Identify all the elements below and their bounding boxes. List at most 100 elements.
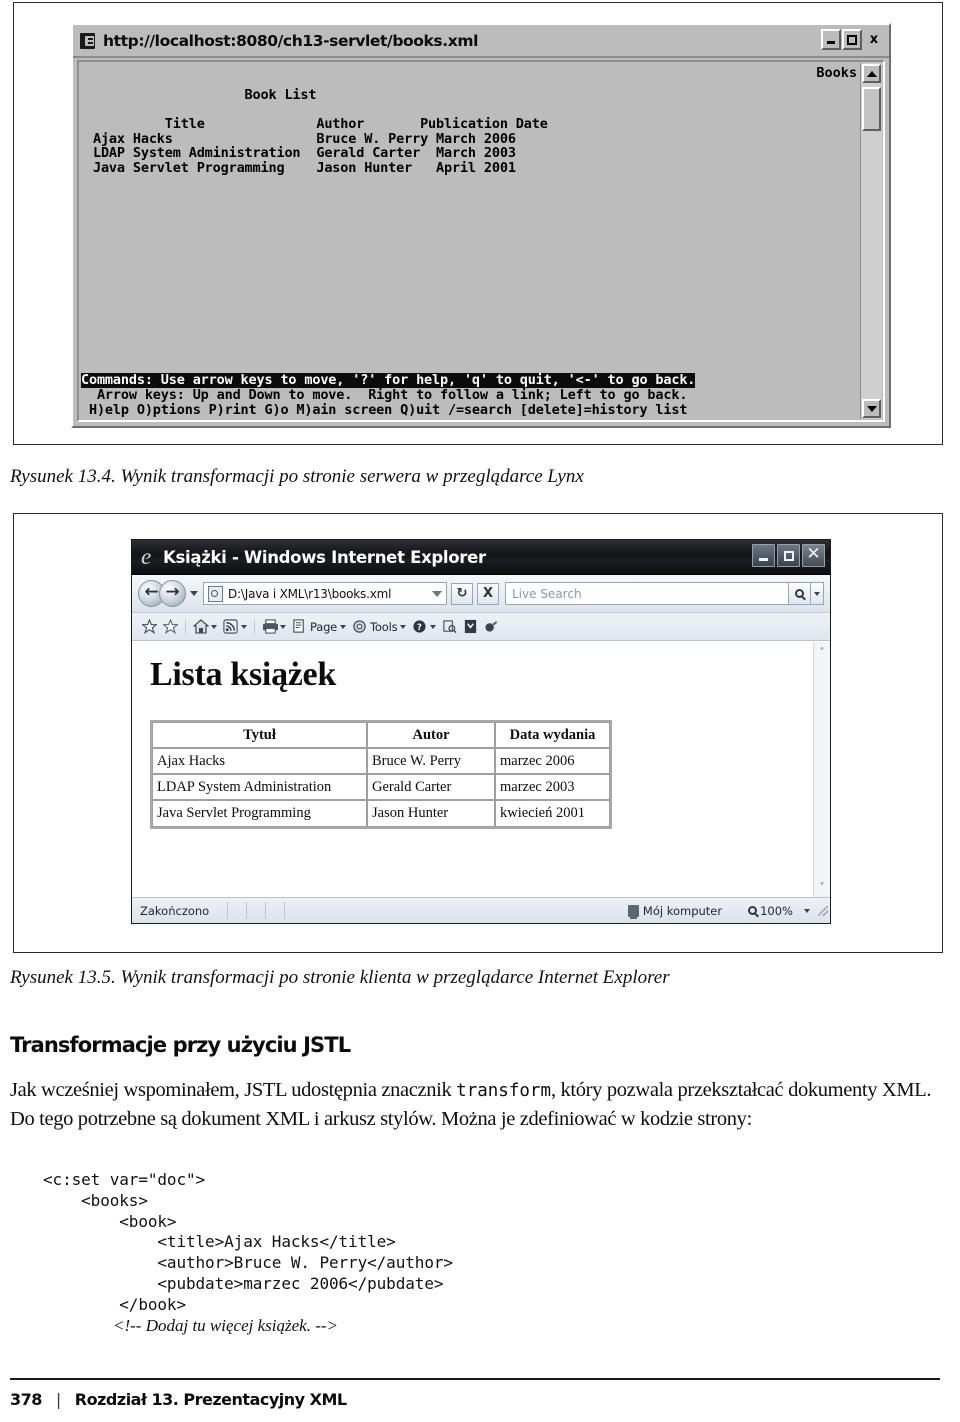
- ie-window-title: Książki - Windows Internet Explorer: [163, 547, 486, 567]
- security-zone-indicator[interactable]: Mój komputer: [627, 903, 723, 919]
- back-arrow-icon: ←: [144, 582, 159, 602]
- lynx-status-line-2: Arrow keys: Up and Down to move. Right t…: [81, 387, 688, 403]
- home-button[interactable]: [191, 616, 219, 638]
- messenger-icon: [463, 619, 478, 634]
- lynx-app-icon: [80, 32, 95, 49]
- page-menu-button[interactable]: Page: [290, 616, 348, 638]
- ie-command-bar: Page Tools ?: [132, 613, 830, 641]
- minimize-icon: [827, 41, 835, 44]
- page-scroll-down-button[interactable]: ˅: [814, 879, 830, 895]
- code-listing-comment: <!-- Dodaj tu więcej książek. -->: [113, 1316, 338, 1335]
- status-divider: [284, 902, 286, 919]
- ie-titlebar: Książki - Windows Internet Explorer ✕: [132, 540, 830, 575]
- ie-close-button[interactable]: ✕: [802, 544, 825, 567]
- add-to-favorites-button[interactable]: [161, 616, 180, 638]
- table-row: LDAP System Administration Gerald Carter…: [152, 774, 610, 801]
- address-bar[interactable]: D:\Java i XML\r13\books.xml: [203, 582, 447, 605]
- resize-grip[interactable]: [818, 905, 828, 916]
- forward-button[interactable]: →: [159, 580, 186, 607]
- status-text: Zakończono: [140, 903, 210, 918]
- chevron-down-icon[interactable]: [241, 624, 247, 629]
- cell-title: LDAP System Administration: [152, 774, 367, 801]
- footer-chapter-title: Rozdział 13. Prezentacyjny XML: [74, 1390, 347, 1409]
- lynx-status-lines: Commands: Use arrow keys to move, '?' fo…: [81, 373, 859, 418]
- security-zone-label: Mój komputer: [642, 903, 723, 918]
- cell-title: Ajax Hacks: [152, 748, 367, 775]
- minimize-icon: [759, 558, 768, 561]
- feeds-icon: [223, 619, 238, 634]
- refresh-button[interactable]: ↻: [451, 582, 473, 605]
- lynx-maximize-button[interactable]: [842, 29, 862, 50]
- page-footer: 378 | Rozdział 13. Prezentacyjny XML: [10, 1390, 347, 1409]
- chevron-down-icon[interactable]: [430, 624, 437, 629]
- search-provider-dropdown[interactable]: [811, 582, 824, 605]
- figure-1-caption: Rysunek 13.4. Wynik transformacji po str…: [10, 466, 584, 487]
- page-scrollbar[interactable]: ˄ ˅: [813, 642, 830, 897]
- messenger-button[interactable]: [461, 616, 480, 638]
- lynx-status-line-3: H)elp O)ptions P)rint G)o M)ain screen Q…: [81, 402, 688, 418]
- column-header-title: Tytuł: [152, 722, 367, 749]
- cell-pubdate: kwiecień 2001: [495, 800, 610, 827]
- address-input[interactable]: D:\Java i XML\r13\books.xml: [228, 587, 391, 601]
- toolbar-divider: [185, 619, 186, 634]
- page-heading: Lista książek: [150, 656, 336, 693]
- tools-menu-label: Tools: [370, 619, 398, 634]
- blog-button[interactable]: [482, 616, 501, 638]
- research-button[interactable]: [440, 616, 459, 638]
- status-divider: [227, 902, 229, 919]
- close-icon: ✕: [806, 544, 821, 564]
- help-menu-button[interactable]: ?: [410, 616, 438, 638]
- chevron-down-icon[interactable]: [211, 624, 217, 629]
- cell-pubdate: marzec 2003: [495, 774, 610, 801]
- forward-arrow-icon: →: [165, 582, 180, 602]
- tools-gear-icon: [352, 619, 367, 634]
- print-button[interactable]: [260, 616, 288, 638]
- page-scroll-up-button[interactable]: ˄: [814, 644, 830, 660]
- recent-pages-dropdown-icon[interactable]: [190, 591, 198, 596]
- cell-title: Java Servlet Programming: [152, 800, 367, 827]
- address-dropdown-icon[interactable]: [432, 590, 442, 597]
- footer-separator: |: [55, 1390, 61, 1409]
- chevron-up-icon: [866, 70, 877, 77]
- lynx-scroll-up-button[interactable]: [862, 64, 881, 83]
- ie-maximize-button[interactable]: [777, 544, 800, 567]
- search-input[interactable]: Live Search: [505, 582, 789, 605]
- internet-explorer-window: Książki - Windows Internet Explorer ✕ ← …: [131, 539, 831, 924]
- chevron-down-icon: [866, 405, 877, 412]
- lynx-minimize-button[interactable]: [821, 29, 841, 50]
- chevron-down-icon[interactable]: [804, 908, 810, 913]
- search-placeholder: Live Search: [512, 586, 582, 601]
- zoom-control[interactable]: 100%: [748, 904, 810, 918]
- table-row: Java Servlet Programming Jason Hunter kw…: [152, 800, 610, 827]
- stop-button[interactable]: X: [477, 582, 499, 605]
- document-icon: [208, 585, 223, 602]
- chevron-down-icon[interactable]: [340, 624, 347, 629]
- lynx-scroll-thumb[interactable]: [862, 87, 881, 131]
- favorites-center-button[interactable]: [140, 616, 159, 638]
- chevron-down-icon: [814, 591, 820, 596]
- feeds-button[interactable]: [221, 616, 249, 638]
- status-divider: [265, 902, 267, 919]
- lynx-close-button[interactable]: x: [863, 29, 885, 50]
- search-go-button[interactable]: [789, 582, 811, 605]
- ie-page-content: Lista książek Tytuł Autor Data wydania A…: [132, 641, 830, 897]
- chevron-down-icon[interactable]: [280, 624, 286, 629]
- page-menu-label: Page: [310, 619, 338, 634]
- lynx-window-buttons: x: [821, 29, 885, 50]
- tools-menu-button[interactable]: Tools: [350, 616, 408, 638]
- lynx-scroll-down-button[interactable]: [862, 399, 881, 418]
- zoom-level-label: 100%: [760, 903, 793, 918]
- cell-pubdate: marzec 2006: [495, 748, 610, 775]
- zoom-magnifier-icon: [748, 906, 758, 915]
- section-paragraph: Jak wcześniej wspominałem, JSTL udostępn…: [10, 1077, 940, 1133]
- lynx-browser-window: http://localhost:8080/ch13-servlet/books…: [71, 23, 891, 428]
- lynx-scrollbar[interactable]: [860, 63, 882, 419]
- ie-minimize-button[interactable]: [752, 544, 775, 567]
- help-icon: ?: [412, 619, 427, 634]
- lynx-titlebar: http://localhost:8080/ch13-servlet/books…: [73, 25, 889, 58]
- computer-icon: [627, 904, 639, 919]
- lynx-status-line-1: Commands: Use arrow keys to move, '?' fo…: [81, 372, 696, 388]
- figure-2-caption: Rysunek 13.5. Wynik transformacji po str…: [10, 967, 670, 988]
- chevron-down-icon[interactable]: [400, 624, 407, 629]
- print-icon: [262, 619, 278, 634]
